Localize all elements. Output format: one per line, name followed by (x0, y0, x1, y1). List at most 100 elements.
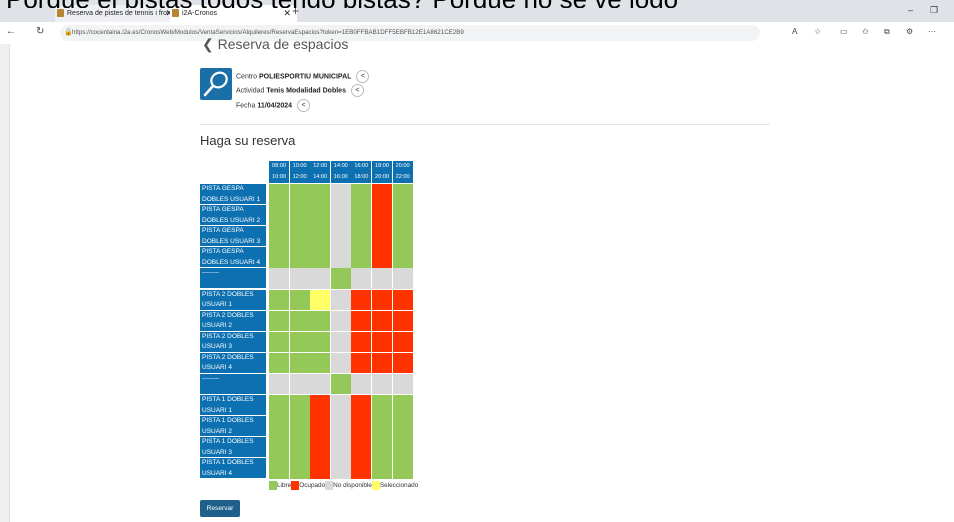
court-name-line2: DOBLES USUARI 1 (202, 195, 261, 203)
court-row-label: PISTA 2 DOBLES USUARI 1 (200, 289, 266, 310)
page-info-icon[interactable]: 🔒 (64, 25, 73, 41)
slot-cell-libre[interactable] (289, 184, 310, 205)
slot-cell-libre[interactable] (351, 205, 372, 226)
slot-cell-libre[interactable] (289, 331, 310, 353)
more-menu-icon[interactable]: ⋯ (928, 27, 936, 36)
slot-cell-libre[interactable] (392, 247, 413, 268)
slot-cell-libre[interactable] (351, 226, 372, 247)
slot-cell-libre[interactable] (392, 226, 413, 247)
actividad-value: Tenis Modalidad Dobles (266, 87, 346, 95)
slot-cell-libre[interactable] (310, 247, 331, 268)
slot-cell-libre[interactable] (269, 247, 289, 268)
court-name-line2: USUARI 2 (202, 427, 232, 435)
slot-cell-libre[interactable] (269, 395, 289, 416)
slot-cell-libre[interactable] (269, 331, 289, 353)
slot-cell-libre[interactable] (289, 352, 310, 374)
slot-cell-ocupado (372, 205, 392, 226)
slot-cell-libre[interactable] (392, 416, 413, 437)
slot-cell-no-disponible (392, 373, 413, 395)
slot-cell-libre[interactable] (392, 184, 413, 205)
court-name-line1: PISTA GESPA (202, 185, 244, 192)
court-name-line2: USUARI 3 (202, 343, 232, 351)
legend-no-disponible-label: No disponible (333, 482, 372, 489)
legend-no-disponible-swatch (325, 481, 334, 490)
slot-cell-libre[interactable] (269, 205, 289, 226)
extensions-icon[interactable]: ⚙ (906, 27, 913, 36)
slot-cell-libre[interactable] (289, 395, 310, 416)
court-row-label: PISTA 1 DOBLES USUARI 1 (200, 395, 266, 415)
read-aloud-icon[interactable]: A (792, 27, 797, 36)
court-name-line2: USUARI 1 (202, 406, 232, 414)
back-arrow-icon[interactable]: ← (6, 26, 16, 37)
slot-cell-libre[interactable] (372, 416, 392, 437)
address-bar-row: ← ↻ 🔒 https://cocentaina.i2a.es/CronosWe… (0, 22, 954, 60)
slot-cell-libre[interactable] (269, 458, 289, 479)
court-name-line2: USUARI 2 (202, 322, 232, 330)
slot-cell-ocupado (351, 458, 372, 479)
change-centro-button[interactable]: < (356, 70, 370, 83)
slot-cell-libre[interactable] (310, 331, 331, 353)
url-field[interactable]: 🔒 https://cocentaina.i2a.es/CronosWeb/Mo… (60, 25, 760, 41)
slot-cell-libre[interactable] (310, 226, 331, 247)
slot-cell-libre[interactable] (289, 458, 310, 479)
slot-cell-libre[interactable] (372, 458, 392, 479)
court-name-line2: USUARI 3 (202, 448, 232, 456)
slot-cell-libre[interactable] (289, 226, 310, 247)
page-content: ❮ Reserva de espacios Centro POLIESPORTI… (0, 36, 954, 522)
slot-cell-ocupado (310, 437, 331, 458)
reservar-button[interactable]: Reservar (200, 500, 240, 517)
slot-cell-libre[interactable] (289, 205, 310, 226)
slot-cell-libre[interactable] (269, 226, 289, 247)
slot-cell-no-disponible (330, 226, 351, 247)
slot-cell-libre[interactable] (310, 184, 331, 205)
slot-cell-libre[interactable] (310, 352, 331, 374)
slot-cell-libre[interactable] (351, 184, 372, 205)
change-actividad-button[interactable]: < (350, 84, 364, 97)
legend: Libre Ocupado No disponible Seleccionado (269, 481, 418, 490)
slot-cell-libre[interactable] (351, 247, 372, 268)
change-fecha-button[interactable]: < (297, 99, 311, 112)
slot-cell-libre[interactable] (289, 416, 310, 437)
slot-cell-libre[interactable] (372, 437, 392, 458)
slot-cell-libre[interactable] (269, 184, 289, 205)
favorites-icon[interactable]: ✩ (862, 27, 869, 36)
chevron-left-icon: ❮ (202, 36, 214, 52)
slot-cell-no-disponible (330, 310, 351, 332)
slot-cell-libre[interactable] (269, 310, 289, 332)
slot-cell-ocupado (392, 331, 413, 353)
divider (200, 124, 770, 125)
slot-cell-libre[interactable] (372, 395, 392, 416)
slot-cell-ocupado (351, 416, 372, 437)
slot-cell-no-disponible (330, 289, 351, 310)
slot-cell-libre[interactable] (392, 437, 413, 458)
time-slot-start: 18:00 (375, 163, 389, 169)
slot-cell-libre[interactable] (269, 437, 289, 458)
slot-cell-libre[interactable] (269, 352, 289, 374)
favorite-star-icon[interactable]: ☆ (814, 27, 821, 36)
slot-cell-seleccionado[interactable] (310, 289, 331, 310)
back-link[interactable]: ❮ Reserva de espacios (202, 36, 348, 53)
slot-cell-libre[interactable] (289, 310, 310, 332)
slot-cell-libre[interactable] (269, 289, 289, 310)
slot-cell-libre[interactable] (289, 437, 310, 458)
slot-cell-no-disponible (392, 268, 413, 289)
slot-cell-ocupado (372, 226, 392, 247)
slot-cell-ocupado (392, 310, 413, 332)
court-name-line2: DOBLES USUARI 4 (202, 258, 261, 266)
slot-cell-libre[interactable] (330, 373, 351, 395)
slot-cell-libre[interactable] (392, 395, 413, 416)
time-slot-end: 10:00 (272, 174, 286, 180)
slot-cell-libre[interactable] (269, 416, 289, 437)
split-screen-icon[interactable]: ▭ (840, 27, 848, 36)
legend-libre-label: Libre (277, 482, 292, 489)
slot-cell-libre[interactable] (289, 289, 310, 310)
slot-cell-libre[interactable] (330, 268, 351, 289)
slot-cell-libre[interactable] (392, 205, 413, 226)
court-row-label: PISTA 1 DOBLES USUARI 4 (200, 458, 266, 479)
slot-cell-libre[interactable] (289, 247, 310, 268)
slot-cell-libre[interactable] (310, 310, 331, 332)
refresh-icon[interactable]: ↻ (36, 26, 44, 37)
slot-cell-libre[interactable] (392, 458, 413, 479)
slot-cell-libre[interactable] (310, 205, 331, 226)
collections-icon[interactable]: ⧉ (884, 27, 890, 37)
